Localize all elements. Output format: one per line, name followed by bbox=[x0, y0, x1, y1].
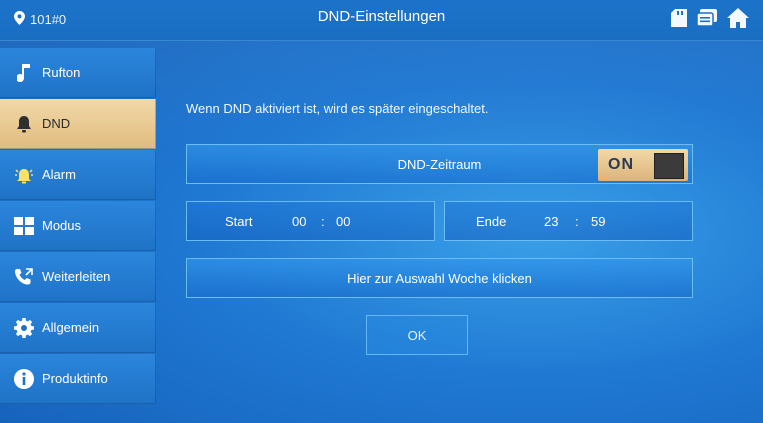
start-label: Start bbox=[225, 213, 253, 229]
toggle-knob bbox=[654, 153, 684, 179]
sidebar-item-label: Produktinfo bbox=[42, 371, 108, 386]
ok-label: OK bbox=[407, 327, 427, 343]
alarm-icon bbox=[14, 165, 34, 185]
grid-icon bbox=[14, 216, 34, 236]
sidebar-item-produktinfo[interactable]: Produktinfo bbox=[0, 354, 156, 404]
sidebar-item-label: Allgemein bbox=[42, 320, 100, 335]
sidebar-item-label: Alarm bbox=[42, 167, 76, 182]
sidebar-item-rufton[interactable]: Rufton bbox=[0, 48, 156, 98]
dnd-period-toggle[interactable]: ON bbox=[598, 149, 688, 181]
call-forward-icon bbox=[14, 267, 34, 287]
info-icon bbox=[14, 368, 34, 389]
dnd-notice-text: Wenn DND aktiviert ist, wird es später e… bbox=[186, 101, 489, 116]
dnd-period-label: DND-Zeitraum bbox=[397, 156, 482, 172]
top-bar: 101#0 DND-Einstellungen bbox=[0, 0, 763, 41]
sidebar: Rufton DND Alarm Modus Weiterleiten Allg… bbox=[0, 48, 156, 411]
sidebar-item-weiterleiten[interactable]: Weiterleiten bbox=[0, 252, 156, 302]
start-minute[interactable]: 00 bbox=[336, 214, 350, 229]
end-hour[interactable]: 23 bbox=[544, 214, 558, 229]
select-week-label: Hier zur Auswahl Woche klicken bbox=[347, 270, 532, 286]
start-time-field[interactable]: Start 00 : 00 bbox=[186, 201, 435, 241]
sd-card-icon[interactable] bbox=[671, 9, 687, 32]
sidebar-item-label: Weiterleiten bbox=[42, 269, 111, 284]
select-week-button[interactable]: Hier zur Auswahl Woche klicken bbox=[186, 258, 693, 298]
top-icons bbox=[671, 8, 749, 33]
sidebar-item-dnd[interactable]: DND bbox=[0, 99, 156, 149]
home-icon[interactable] bbox=[727, 8, 749, 33]
gear-icon bbox=[14, 317, 34, 338]
message-icon[interactable] bbox=[696, 9, 717, 32]
page-title: DND-Einstellungen bbox=[317, 8, 446, 25]
sidebar-item-label: Rufton bbox=[42, 65, 81, 80]
sidebar-item-allgemein[interactable]: Allgemein bbox=[0, 303, 156, 353]
end-time-field[interactable]: Ende 23 : 59 bbox=[444, 201, 693, 241]
music-note-icon bbox=[14, 63, 34, 83]
sidebar-item-label: Modus bbox=[42, 218, 82, 233]
end-separator: : bbox=[575, 213, 579, 229]
start-separator: : bbox=[321, 213, 325, 229]
sidebar-item-label: DND bbox=[42, 116, 71, 131]
end-label: Ende bbox=[476, 213, 507, 229]
start-hour[interactable]: 00 bbox=[292, 214, 306, 229]
bell-mute-icon bbox=[14, 114, 34, 134]
dnd-period-row: DND-Zeitraum ON bbox=[186, 144, 693, 184]
end-minute[interactable]: 59 bbox=[591, 214, 605, 229]
sidebar-item-alarm[interactable]: Alarm bbox=[0, 150, 156, 200]
toggle-state-text: ON bbox=[608, 156, 634, 173]
sidebar-item-modus[interactable]: Modus bbox=[0, 201, 156, 251]
ok-button[interactable]: OK bbox=[366, 315, 468, 355]
